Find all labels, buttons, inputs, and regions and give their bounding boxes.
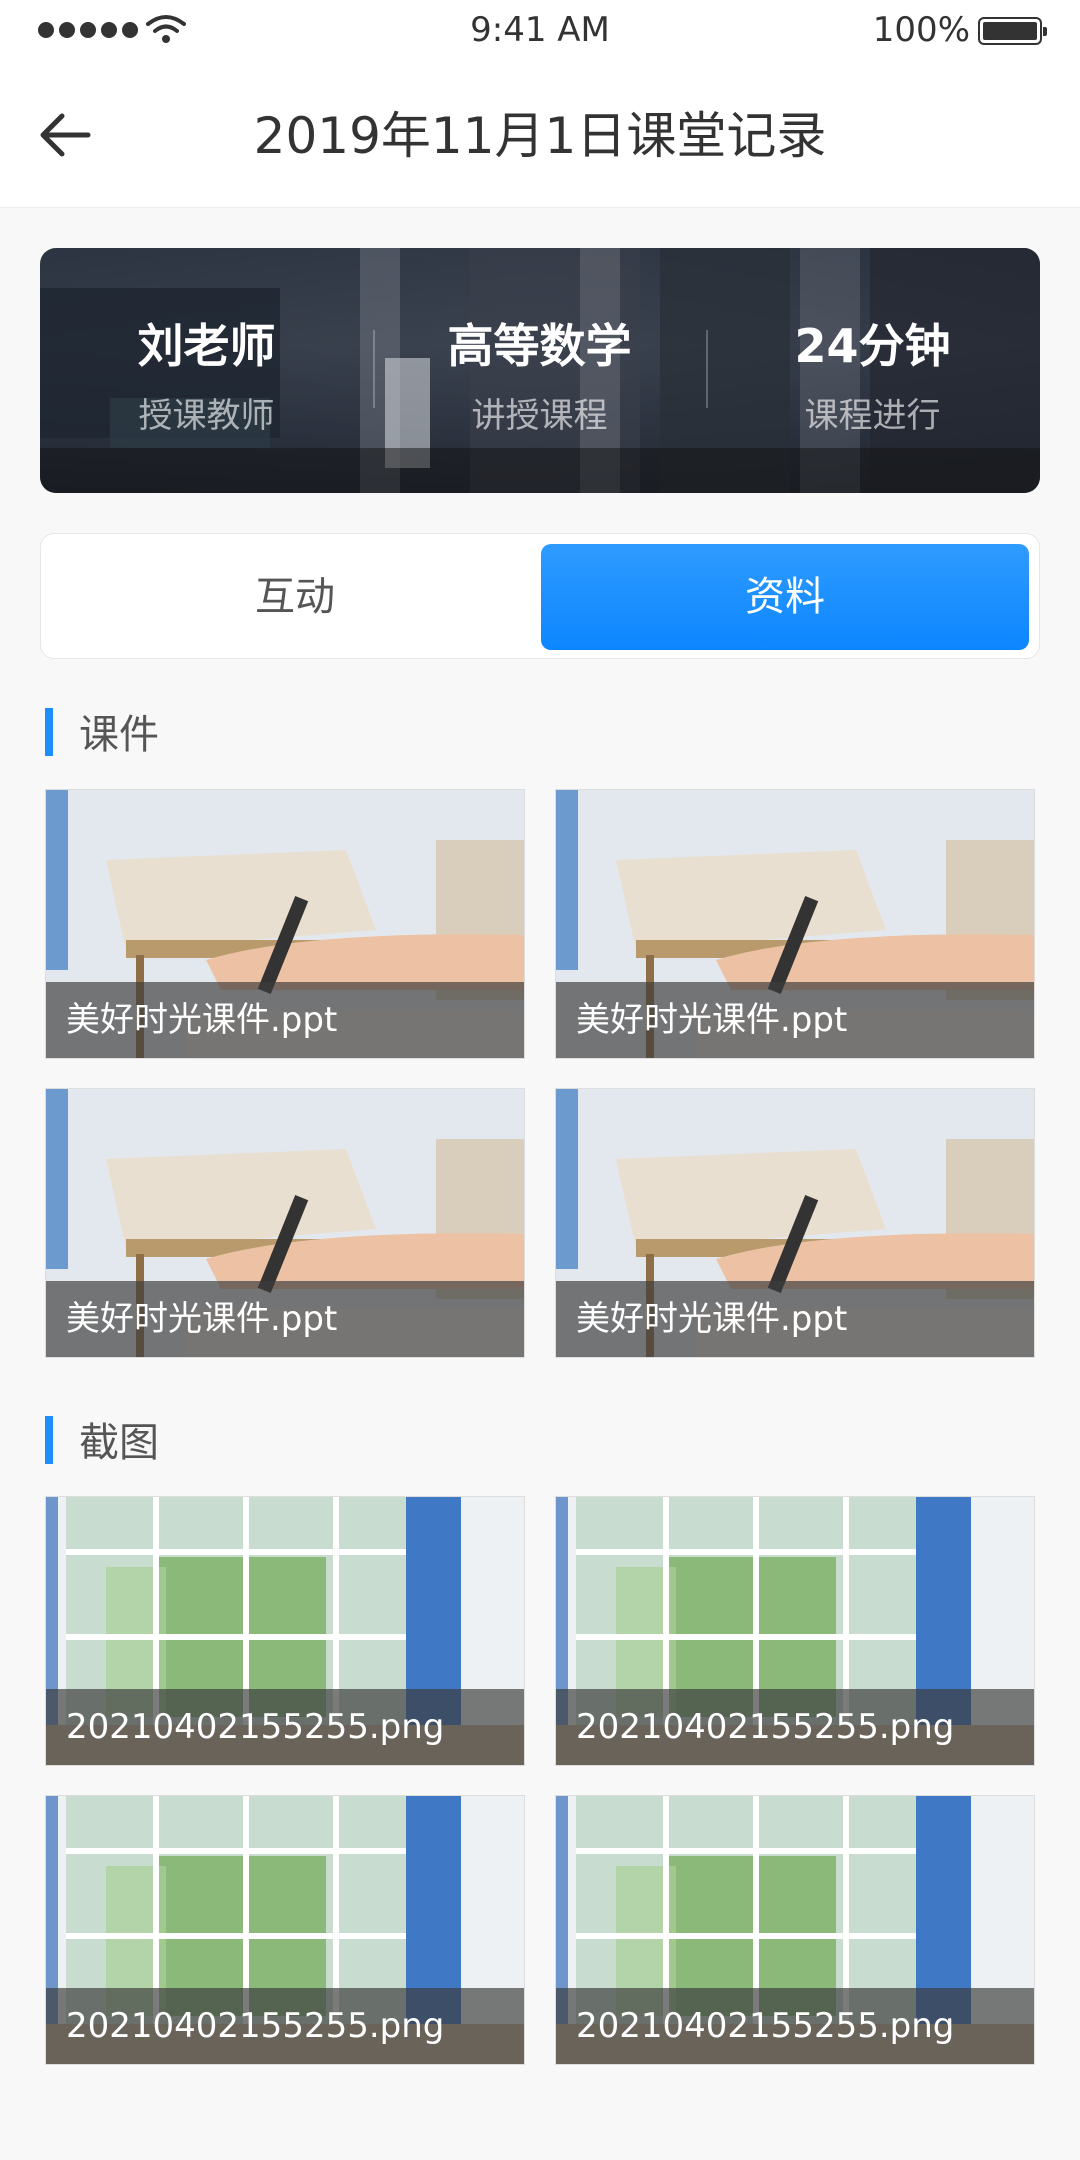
file-name: 20210402155255.png (46, 1689, 524, 1765)
file-name: 20210402155255.png (556, 1988, 1034, 2064)
file-name: 20210402155255.png (46, 1988, 524, 2064)
battery-percent: 100% (872, 10, 970, 50)
section-accent-bar (45, 708, 53, 756)
courseware-item[interactable]: 美好时光课件.ppt (45, 789, 525, 1059)
section-accent-bar (45, 1416, 53, 1464)
duration-stat: 24分钟 课程进行 (706, 310, 1039, 437)
screenshot-item[interactable]: 20210402155255.png (555, 1496, 1035, 1766)
courseware-item[interactable]: 美好时光课件.ppt (555, 789, 1035, 1059)
file-name: 20210402155255.png (556, 1689, 1034, 1765)
section-title: 课件 (79, 712, 159, 758)
status-bar: 9:41 AM 100% (0, 0, 1080, 62)
teacher-label: 授课教师 (138, 396, 275, 436)
course-label: 讲授课程 (471, 396, 608, 436)
courseware-item[interactable]: 美好时光课件.ppt (555, 1088, 1035, 1358)
teacher-name: 刘老师 (137, 319, 276, 373)
file-name: 美好时光课件.ppt (556, 1281, 1034, 1357)
file-name: 美好时光课件.ppt (46, 1281, 524, 1357)
battery-icon (978, 17, 1047, 45)
screenshot-item[interactable]: 20210402155255.png (45, 1496, 525, 1766)
duration-value: 24分钟 (794, 319, 951, 373)
page-title: 2019年11月1日课堂记录 (253, 107, 827, 165)
file-name: 美好时光课件.ppt (556, 982, 1034, 1058)
section-title: 截图 (79, 1420, 159, 1466)
tab-interaction[interactable]: 互动 (51, 544, 539, 650)
tab-materials[interactable]: 资料 (541, 544, 1029, 650)
nav-header: 2019年11月1日课堂记录 (0, 62, 1080, 208)
course-stat: 高等数学 讲授课程 (373, 310, 706, 437)
course-name: 高等数学 (447, 319, 632, 373)
screenshot-item[interactable]: 20210402155255.png (555, 1795, 1035, 2065)
duration-label: 课程进行 (804, 396, 941, 436)
courseware-item[interactable]: 美好时光课件.ppt (45, 1088, 525, 1358)
course-info-banner: 刘老师 授课教师 高等数学 讲授课程 24分钟 课程进行 (40, 248, 1040, 493)
screenshot-item[interactable]: 20210402155255.png (45, 1795, 525, 2065)
file-name: 美好时光课件.ppt (46, 982, 524, 1058)
classroom-record-page: 9:41 AM 100% 2019年11月1日课堂记录 刘老师 授课教师 高等数… (0, 0, 1080, 2160)
segmented-tabs: 互动 资料 (40, 533, 1040, 659)
teacher-stat: 刘老师 授课教师 (40, 310, 373, 437)
